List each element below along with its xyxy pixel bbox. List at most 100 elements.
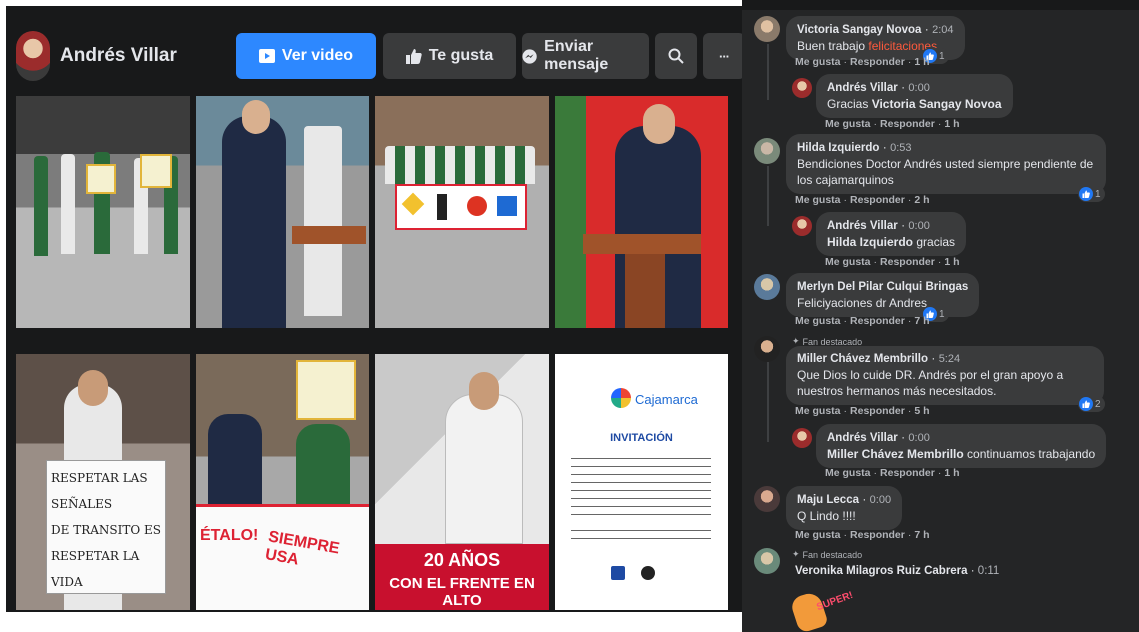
thread-line — [767, 362, 769, 442]
photo-invitation[interactable]: Cajamarca INVITACIÓN — [555, 354, 728, 610]
mention-link[interactable]: Victoria Sangay Novoa — [872, 97, 1002, 111]
more-options-button[interactable]: ··· — [703, 33, 742, 79]
commenter-avatar[interactable] — [754, 336, 780, 362]
reaction-count-value: 2 — [1095, 398, 1101, 410]
page-name[interactable]: Andrés Villar — [60, 45, 177, 67]
comment-author[interactable]: Veronika Milagros Ruiz Cabrera — [795, 565, 968, 577]
photo-figure — [304, 126, 342, 316]
like-comment-link[interactable]: Me gusta — [825, 256, 871, 268]
photo-podium — [583, 234, 701, 254]
cajamarca-logo-icon — [611, 388, 631, 408]
like-comment-link[interactable]: Me gusta — [825, 467, 871, 479]
comment-time: 0:11 — [977, 565, 1000, 577]
photo-sign — [86, 164, 116, 194]
like-comment-link[interactable]: Me gusta — [825, 118, 871, 130]
reply-bubble: Andrés Villar · 0:00 Miller Chávez Membr… — [816, 424, 1107, 468]
photo-crowd — [385, 146, 535, 184]
photo-students-formation[interactable] — [16, 96, 190, 328]
reply-author[interactable]: Andrés Villar — [827, 82, 898, 94]
comment-age: 1 h — [914, 56, 930, 68]
reply-text: Hilda Izquierdo gracias — [827, 234, 955, 250]
sign-line: RESPETAR LAS SEÑALES — [51, 471, 148, 511]
poster-headline-line1: 20 AÑOS — [423, 550, 501, 570]
commenter-avatar[interactable] — [754, 548, 780, 574]
reply-avatar[interactable] — [792, 216, 812, 236]
reply-comment-link[interactable]: Responder — [850, 194, 905, 206]
comment-bubble: Maju Lecca · 0:00 Q Lindo !!!! — [786, 486, 903, 530]
photo-handshake[interactable]: ÉTALO! SIEMPRE USA — [196, 354, 369, 610]
like-comment-link[interactable]: Me gusta — [795, 315, 841, 327]
comment-author[interactable]: Merlyn Del Pilar Culqui Bringas — [797, 281, 968, 293]
watch-video-button[interactable]: Ver video — [236, 33, 376, 79]
reply-time: 0:00 — [908, 432, 930, 444]
page-photos-panel: Andrés Villar Ver video Te gusta Enviar … — [6, 6, 742, 612]
mention-link[interactable]: Miller Chávez Membrillo — [827, 447, 964, 461]
photo-campaign-poster[interactable]: 20 AÑOS CON EL FRENTE EN ALTO — [375, 354, 549, 610]
like-comment-link[interactable]: Me gusta — [795, 194, 841, 206]
photo-speaker-podium[interactable] — [555, 96, 728, 328]
like-comment-link[interactable]: Me gusta — [795, 529, 841, 541]
reply-comment-link[interactable]: Responder — [850, 315, 905, 327]
send-message-button[interactable]: Enviar mensaje — [522, 33, 649, 79]
like-comment-link[interactable]: Me gusta — [795, 405, 841, 417]
comments-panel: Victoria Sangay Novoa · 2:04 Buen trabaj… — [742, 0, 1139, 632]
search-icon — [668, 48, 684, 64]
super-sticker[interactable]: SUPER! — [789, 588, 855, 632]
reply-comment-link[interactable]: Responder — [880, 256, 935, 268]
reply-author[interactable]: Andrés Villar — [827, 220, 898, 232]
reply-comment-link[interactable]: Responder — [880, 118, 935, 130]
photo-figure — [445, 394, 523, 544]
reply-comment-link[interactable]: Responder — [850, 405, 905, 417]
invitation-logo-text: Cajamarca — [635, 392, 698, 407]
commenter-avatar[interactable] — [754, 16, 780, 42]
commenter-avatar[interactable] — [754, 486, 780, 512]
photo-figure — [643, 104, 675, 144]
sign-line: DE TRANSITO ES — [51, 523, 161, 537]
reply-avatar[interactable] — [792, 428, 812, 448]
reaction-count-value: 1 — [939, 308, 945, 320]
like-page-button[interactable]: Te gusta — [383, 33, 516, 79]
comment-age: 1 h — [944, 467, 960, 479]
search-button[interactable] — [655, 33, 697, 79]
reply-comment-link[interactable]: Responder — [850, 529, 905, 541]
fan-badge-label: Fan destacado — [802, 336, 863, 347]
like-reaction-icon — [1079, 397, 1093, 411]
comment-header: Veronika Milagros Ruiz Cabrera · 0:11 — [795, 565, 1000, 577]
photo-figure — [222, 116, 286, 328]
comment-author[interactable]: Maju Lecca — [797, 494, 859, 506]
page-avatar[interactable] — [16, 31, 50, 81]
reply-text-part: continuamos trabajando — [963, 447, 1096, 461]
photo-group-banner[interactable] — [375, 96, 549, 328]
comment-bubble: Hilda Izquierdo · 0:53 Bendiciones Docto… — [786, 134, 1106, 194]
reply-text: Gracias Victoria Sangay Novoa — [827, 96, 1002, 112]
invitation-body-text — [571, 454, 711, 516]
like-comment-link[interactable]: Me gusta — [795, 56, 841, 68]
comment-author[interactable]: Victoria Sangay Novoa — [797, 24, 921, 36]
watch-video-label: Ver video — [281, 47, 354, 64]
photo-figure — [469, 372, 499, 410]
reply-comment-link[interactable]: Responder — [850, 56, 905, 68]
commenter-avatar[interactable] — [754, 138, 780, 164]
photo-speaker-outdoor[interactable] — [196, 96, 369, 328]
like-page-label: Te gusta — [428, 47, 494, 64]
reaction-count[interactable]: 2 — [1078, 396, 1105, 412]
reply-comment-link[interactable]: Responder — [880, 467, 935, 479]
comment-actions: Me gusta · Responder · 1 h — [795, 56, 930, 68]
comment-author[interactable]: Miller Chávez Membrillo — [797, 353, 928, 365]
thumbs-up-icon — [405, 49, 422, 64]
commenter-avatar[interactable] — [754, 274, 780, 300]
mention-link[interactable]: Hilda Izquierdo — [827, 235, 913, 249]
reply-avatar[interactable] — [792, 78, 812, 98]
comment-time: 5:24 — [938, 353, 961, 365]
comment-bubble: Merlyn Del Pilar Culqui Bringas Feliciya… — [786, 273, 980, 317]
reaction-count[interactable]: 1 — [1078, 186, 1105, 202]
sponsor-logo-icon — [641, 566, 655, 580]
reply-time: 0:00 — [908, 220, 930, 232]
reply-text-part: Gracias — [827, 97, 872, 111]
comment-age: 7 h — [914, 315, 930, 327]
comment-author[interactable]: Hilda Izquierdo — [797, 142, 879, 154]
photo-student-sign[interactable]: RESPETAR LAS SEÑALES DE TRANSITO ES RESP… — [16, 354, 190, 610]
poster-headline-line2: CON EL FRENTE EN ALTO — [389, 575, 535, 609]
comment-age: 2 h — [914, 194, 930, 206]
reply-author[interactable]: Andrés Villar — [827, 432, 898, 444]
